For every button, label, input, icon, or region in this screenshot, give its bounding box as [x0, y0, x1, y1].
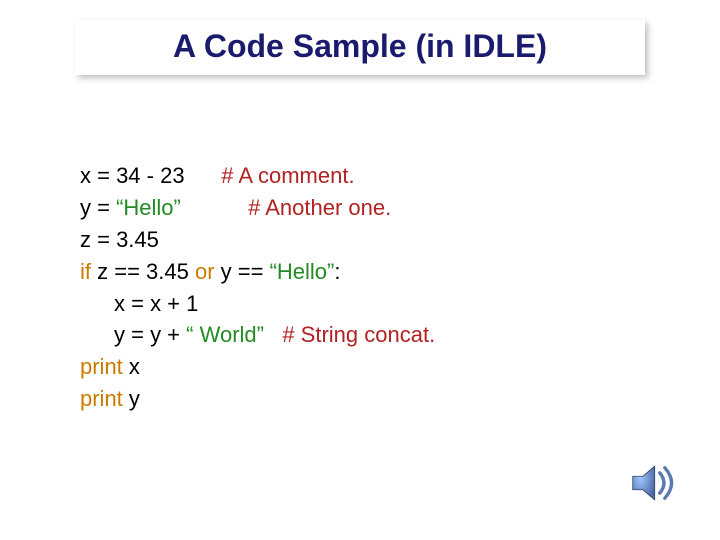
keyword-if: if	[80, 259, 91, 284]
code-line-5: x = x + 1	[80, 288, 435, 320]
code-text: x = 34 - 23	[80, 163, 185, 188]
code-line-7: print x	[80, 351, 435, 383]
speaker-icon	[626, 456, 680, 510]
code-text: :	[334, 259, 340, 284]
code-text: y = y +	[114, 322, 186, 347]
code-line-3: z = 3.45	[80, 224, 435, 256]
keyword-or: or	[195, 259, 215, 284]
slide-title-box: A Code Sample (in IDLE)	[75, 20, 645, 75]
comment-text: # A comment.	[221, 163, 354, 188]
code-text: y ==	[215, 259, 270, 284]
code-line-4: if z == 3.45 or y == “Hello”:	[80, 256, 435, 288]
string-literal: “Hello”	[116, 195, 181, 220]
comment-text: # Another one.	[248, 195, 391, 220]
slide-title: A Code Sample (in IDLE)	[173, 28, 547, 64]
string-literal: “Hello”	[270, 259, 335, 284]
code-line-8: print y	[80, 383, 435, 415]
code-text: y	[123, 386, 140, 411]
keyword-print: print	[80, 386, 123, 411]
code-block: x = 34 - 23 # A comment. y = “Hello” # A…	[80, 160, 435, 415]
code-text: z == 3.45	[91, 259, 195, 284]
code-text: z = 3.45	[80, 227, 159, 252]
code-text: x = x + 1	[114, 291, 198, 316]
keyword-print: print	[80, 354, 123, 379]
code-text: x	[123, 354, 140, 379]
code-text: y =	[80, 195, 116, 220]
code-line-1: x = 34 - 23 # A comment.	[80, 160, 435, 192]
comment-text: # String concat.	[282, 322, 435, 347]
code-line-2: y = “Hello” # Another one.	[80, 192, 435, 224]
code-line-6: y = y + “ World” # String concat.	[80, 319, 435, 351]
string-literal: “ World”	[186, 322, 264, 347]
